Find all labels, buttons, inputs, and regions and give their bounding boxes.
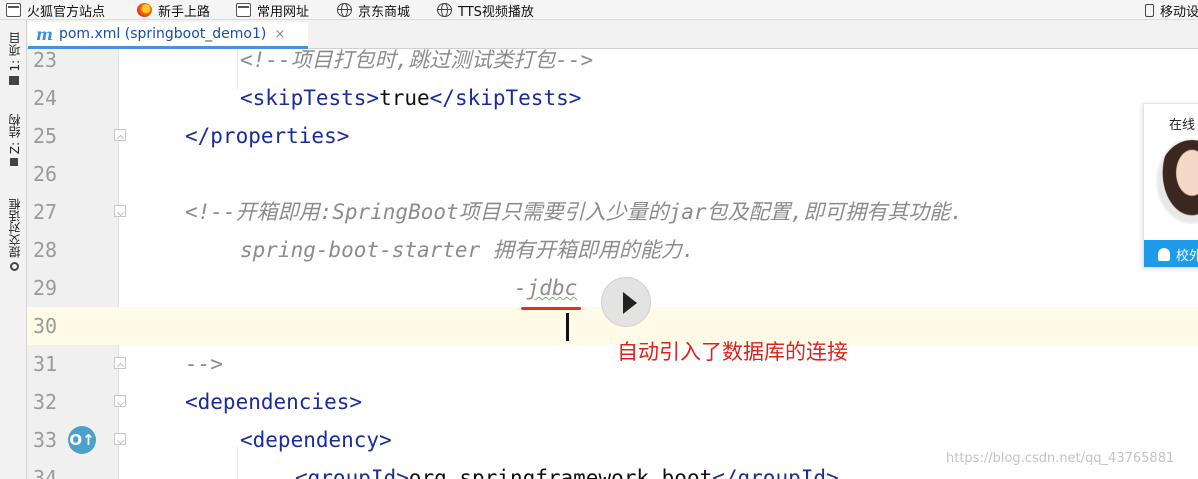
- line-number: 26: [33, 162, 58, 186]
- indent-guide: [237, 447, 238, 479]
- spellcheck-word: jdbc: [526, 276, 578, 300]
- bookmark-getting-started[interactable]: 新手上路: [137, 0, 211, 20]
- code-line-27: <!--开箱即用:SpringBoot项目只需要引入少量的jar包及配置,即可拥…: [185, 200, 963, 224]
- xml-tag: </groupId>: [712, 466, 839, 479]
- xml-tag: </skipTests>: [429, 86, 582, 110]
- tool-label: 1: 项目: [7, 32, 22, 72]
- overrides-icon[interactable]: O↑: [68, 426, 96, 454]
- commit-icon: [9, 262, 19, 271]
- tab-pom-xml[interactable]: m pom.xml (springboot_demo1) ×: [28, 22, 308, 49]
- bookmark-label: 新手上路: [158, 4, 211, 20]
- project-tool-button[interactable]: 1: 项目: [5, 32, 23, 85]
- online-service-widget[interactable]: 在线 校外: [1143, 103, 1198, 268]
- code-line-32: <dependencies>: [185, 390, 363, 414]
- bookmark-firefox-official[interactable]: 火狐官方站点: [6, 0, 106, 20]
- code-editor[interactable]: 23 24 25 26 27 28 29 30 31 32 33 34 O↑ <…: [27, 49, 1198, 479]
- chat-icon: [1158, 248, 1170, 261]
- bookmark-label: 常用网址: [257, 4, 310, 20]
- bookmark-label: 移动设: [1160, 4, 1198, 20]
- tab-label: pom.xml (springboot_demo1): [58, 26, 267, 42]
- xml-value: true: [379, 86, 430, 110]
- bookmark-label: 火狐官方站点: [27, 4, 106, 20]
- structure-icon: [10, 158, 18, 167]
- folder-icon: [9, 75, 19, 85]
- bookmark-common-sites[interactable]: 常用网址: [236, 0, 310, 20]
- line-number: 33: [33, 428, 58, 452]
- line-number: 23: [33, 49, 58, 72]
- code-line-33: <dependency>: [240, 428, 392, 452]
- indent-guide: [237, 49, 238, 89]
- widget-button-label: 校外: [1176, 249, 1198, 264]
- xml-tag: <skipTests>: [240, 86, 380, 110]
- mobile-icon: [1145, 3, 1154, 17]
- line-number: 27: [33, 200, 58, 224]
- xml-value: org.springframework.boot: [408, 466, 713, 479]
- bookmark-tts[interactable]: TTS视频播放: [437, 0, 534, 20]
- page-icon: [236, 3, 251, 17]
- line-number: 24: [33, 86, 58, 110]
- globe-icon: [337, 3, 352, 17]
- code-line-31: -->: [185, 352, 223, 376]
- text-cursor: [566, 313, 569, 341]
- line-number: 28: [33, 238, 58, 262]
- code-line-28: spring-boot-starter 拥有开箱即用的能力.: [240, 238, 695, 262]
- code-line-34: <groupId>org.springframework.boot</group…: [295, 459, 839, 479]
- bookmark-label: 京东商城: [358, 4, 411, 20]
- firefox-icon: [137, 3, 152, 17]
- red-underline-annotation: [521, 307, 581, 310]
- fold-marker[interactable]: [114, 205, 126, 217]
- structure-tool-button[interactable]: Z: 结构: [5, 114, 23, 167]
- bookmark-jd[interactable]: 京东商城: [337, 0, 411, 20]
- globe-icon: [437, 3, 452, 17]
- tool-label: 提交对话框: [7, 198, 22, 258]
- line-number: 25: [33, 124, 58, 148]
- watermark-text: https://blog.csdn.net/qq_43765881: [946, 451, 1175, 466]
- page-icon: [6, 3, 21, 17]
- avatar: [1156, 138, 1198, 224]
- code-line-24: <skipTests>true</skipTests>: [240, 79, 581, 117]
- code-line-23: <!--项目打包时,跳过测试类打包-->: [240, 49, 594, 72]
- code-line-29: -jdbc: [514, 269, 577, 307]
- annotation-text: 自动引入了数据库的连接: [617, 340, 848, 364]
- commit-tool-button[interactable]: 提交对话框: [5, 198, 23, 271]
- fold-marker[interactable]: [114, 129, 126, 141]
- bookmark-label: TTS视频播放: [458, 4, 534, 20]
- line-number: 29: [33, 276, 58, 300]
- maven-icon: m: [36, 24, 53, 44]
- bookmarks-bar: 火狐官方站点 新手上路 常用网址 京东商城 TTS视频播放 移动设: [0, 0, 1198, 20]
- fold-marker[interactable]: [114, 433, 126, 445]
- bookmark-mobile[interactable]: 移动设: [1145, 0, 1198, 20]
- xml-tag: <groupId>: [295, 466, 409, 479]
- editor-tab-bar: m pom.xml (springboot_demo1) ×: [27, 20, 1198, 49]
- line-number: 32: [33, 390, 58, 414]
- comment-dash: -: [514, 276, 527, 300]
- play-icon[interactable]: [601, 277, 651, 327]
- code-line-25: </properties>: [185, 124, 350, 148]
- widget-button[interactable]: 校外: [1144, 240, 1198, 267]
- tool-label: Z: 结构: [7, 114, 22, 155]
- fold-marker[interactable]: [114, 357, 126, 369]
- fold-marker[interactable]: [114, 395, 126, 407]
- tool-window-strip: 1: 项目 Z: 结构 提交对话框: [0, 20, 27, 479]
- close-icon[interactable]: ×: [274, 27, 285, 42]
- line-number: 31: [33, 352, 58, 376]
- line-number: 34: [33, 466, 58, 479]
- widget-title: 在线: [1169, 118, 1196, 133]
- line-number: 30: [33, 314, 58, 338]
